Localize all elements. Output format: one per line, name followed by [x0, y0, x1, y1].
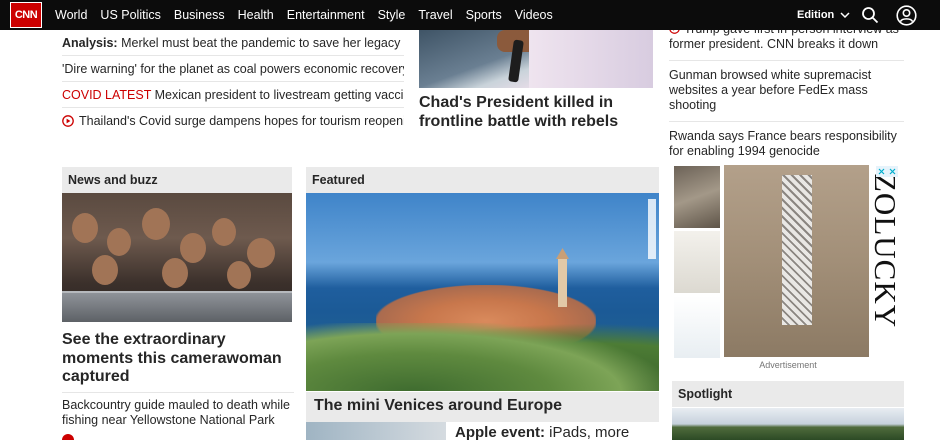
spotlight-image[interactable] — [672, 408, 904, 440]
nav-link-travel[interactable]: Travel — [418, 8, 452, 22]
mini-venices-headline[interactable]: The mini Venices around Europe — [306, 392, 659, 422]
headline-text: iPads, more — [545, 424, 630, 440]
image-detail — [558, 257, 567, 307]
nav-link-sports[interactable]: Sports — [466, 8, 502, 22]
top-headlines-right: Trump gave first in-person interview as … — [669, 22, 904, 174]
page: CNN World US Politics Business Health En… — [0, 0, 940, 440]
search-icon[interactable] — [861, 6, 879, 24]
headline-text: 'Dire warning' for the planet as coal po… — [62, 62, 404, 76]
top-nav: CNN World US Politics Business Health En… — [0, 0, 940, 30]
headline-text: Mexican president to livestream getting … — [154, 88, 404, 102]
headline-text: Rwanda says France bears responsibility … — [669, 129, 897, 158]
image-detail — [162, 258, 188, 288]
edition-selector[interactable]: Edition — [797, 0, 850, 30]
headline-text: Thailand's Covid surge dampens hopes for… — [79, 114, 404, 128]
edition-label: Edition — [797, 9, 835, 21]
headline-link[interactable]: Analysis: Merkel must beat the pandemic … — [62, 30, 404, 56]
chad-story-image[interactable] — [419, 30, 653, 88]
headline-link[interactable]: Rwanda says France bears responsibility … — [669, 129, 904, 167]
covid-latest-label: COVID LATEST — [62, 88, 152, 102]
image-credit — [648, 199, 656, 259]
apple-event-label: Apple event: — [455, 424, 546, 440]
nav-links: World US Politics Business Health Entert… — [55, 0, 553, 30]
chad-headline[interactable]: Chad's President killed in frontline bat… — [419, 93, 659, 131]
image-detail — [556, 248, 569, 259]
headline-link[interactable]: 'Dire warning' for the planet as coal po… — [62, 56, 404, 82]
top-headlines-left: Analysis: Merkel must beat the pandemic … — [62, 30, 404, 134]
nav-link-entertainment[interactable]: Entertainment — [287, 8, 365, 22]
headline-text: Gunman browsed white supremacist website… — [669, 68, 872, 112]
image-detail — [107, 228, 131, 256]
featured-header: Featured — [306, 167, 659, 193]
ad-close-icon[interactable] — [876, 166, 898, 177]
headline-link[interactable]: Thailand's Covid surge dampens hopes for… — [62, 108, 404, 134]
headline-link[interactable]: COVID LATEST Mexican president to livest… — [62, 82, 404, 108]
image-detail — [247, 238, 275, 268]
analysis-label: Analysis: — [62, 36, 118, 50]
apple-event-thumbnail[interactable] — [306, 422, 446, 440]
ad-main-image — [724, 165, 869, 357]
ad-thumbnail — [674, 231, 720, 293]
ad-thumbnail — [674, 166, 720, 228]
headline-link[interactable]: Gunman browsed white supremacist website… — [669, 68, 904, 122]
headline-text: Merkel must beat the pandemic to save he… — [121, 36, 401, 50]
image-detail — [180, 233, 206, 263]
advertisement-label: Advertisement — [759, 360, 817, 370]
live-dot-icon — [62, 434, 74, 440]
image-detail — [212, 218, 236, 246]
chevron-down-icon — [840, 12, 850, 18]
advertisement[interactable]: ZOLUCKY — [672, 165, 904, 359]
spotlight-header: Spotlight — [672, 381, 904, 407]
camerawoman-headline[interactable]: See the extraordinary moments this camer… — [62, 331, 294, 387]
yellowstone-headline[interactable]: Backcountry guide mauled to death while … — [62, 392, 294, 428]
nav-link-world[interactable]: World — [55, 8, 87, 22]
video-play-icon — [62, 115, 74, 127]
image-detail — [62, 291, 292, 322]
user-account-icon[interactable] — [896, 5, 917, 26]
nav-link-health[interactable]: Health — [238, 8, 274, 22]
image-detail — [72, 213, 98, 243]
image-detail — [92, 255, 118, 285]
camerawoman-story-image[interactable] — [62, 193, 292, 322]
nav-link-videos[interactable]: Videos — [515, 8, 553, 22]
image-detail — [782, 175, 812, 325]
apple-event-headline[interactable]: Apple event: iPads, more — [455, 424, 655, 440]
image-detail — [142, 208, 170, 240]
news-and-buzz-header: News and buzz — [62, 167, 292, 193]
ad-brand: ZOLUCKY — [868, 173, 903, 329]
nav-link-style[interactable]: Style — [378, 8, 406, 22]
nav-link-us-politics[interactable]: US Politics — [100, 8, 160, 22]
image-detail — [227, 261, 251, 289]
image-detail — [529, 30, 653, 88]
nav-link-business[interactable]: Business — [174, 8, 225, 22]
mini-venices-image[interactable] — [306, 193, 659, 391]
cnn-logo[interactable]: CNN — [10, 2, 42, 28]
ad-thumbnail — [674, 296, 720, 358]
image-detail — [306, 323, 659, 391]
